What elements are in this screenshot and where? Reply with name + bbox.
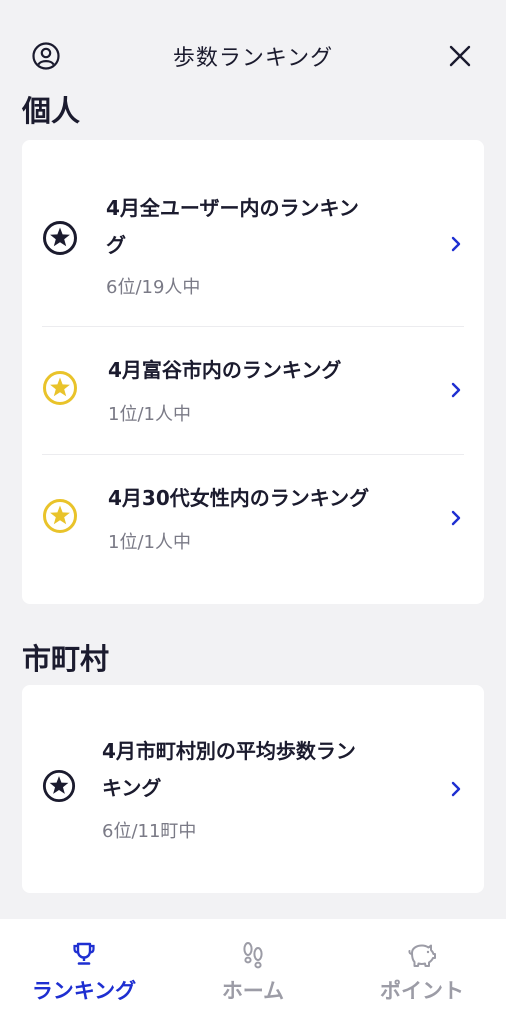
chevron-right-icon [451,781,461,797]
chevron-right-icon [451,382,461,398]
star-badge-icon [43,499,77,533]
personal-ranking-card: 4月全ユーザー内のランキン グ 6位/19人中 4月富谷市内のランキング 1位/… [22,140,484,604]
ranking-name: 4月30代女性内のランキング [108,486,370,510]
ranking-name-line2: グ [106,233,126,257]
footprints-icon [243,942,263,969]
ranking-position: 6位/11町中 [102,821,197,842]
tab-label: ランキング [31,979,137,1003]
piggy-bank-icon [408,944,436,967]
municipal-ranking-card: 4月市町村別の平均歩数ラン キング 6位/11町中 [22,685,484,893]
ranking-position: 6位/19人中 [106,277,201,298]
tab-points[interactable]: ポイント [338,919,506,1024]
trophy-icon [73,942,95,965]
divider [42,454,464,455]
close-button[interactable] [442,38,478,74]
ranking-item-30s-women[interactable]: 4月30代女性内のランキング 1位/1人中 [42,480,464,560]
ranking-name-line1: 4月全ユーザー内のランキン [106,196,359,220]
tab-label: ホーム [221,979,285,1003]
close-icon [449,45,471,67]
tab-ranking[interactable]: ランキング [0,919,168,1024]
tab-label: ポイント [380,979,464,1003]
section-title-personal: 個人 [22,94,81,128]
ranking-item-all-users[interactable]: 4月全ユーザー内のランキン グ 6位/19人中 [42,190,464,300]
star-badge-icon [43,221,77,255]
ranking-position: 1位/1人中 [108,404,191,425]
section-title-municipal: 市町村 [22,642,110,676]
ranking-item-tomiya-city[interactable]: 4月富谷市内のランキング 1位/1人中 [42,352,464,432]
chevron-right-icon [451,236,461,252]
page-title: 歩数ランキング [172,46,334,71]
ranking-item-municipal-average[interactable]: 4月市町村別の平均歩数ラン キング 6位/11町中 [42,733,464,843]
chevron-right-icon [451,510,461,526]
ranking-name: 4月富谷市内のランキング [108,358,342,382]
ranking-name-line1: 4月市町村別の平均歩数ラン [102,739,356,763]
ranking-position: 1位/1人中 [108,532,191,553]
ranking-name-line2: キング [102,776,162,800]
star-badge-icon [42,769,76,803]
bottom-tab-bar: ランキング ホーム ポイント [0,919,506,1024]
tab-home[interactable]: ホーム [169,919,337,1024]
divider [42,326,464,327]
star-badge-icon [43,371,77,405]
